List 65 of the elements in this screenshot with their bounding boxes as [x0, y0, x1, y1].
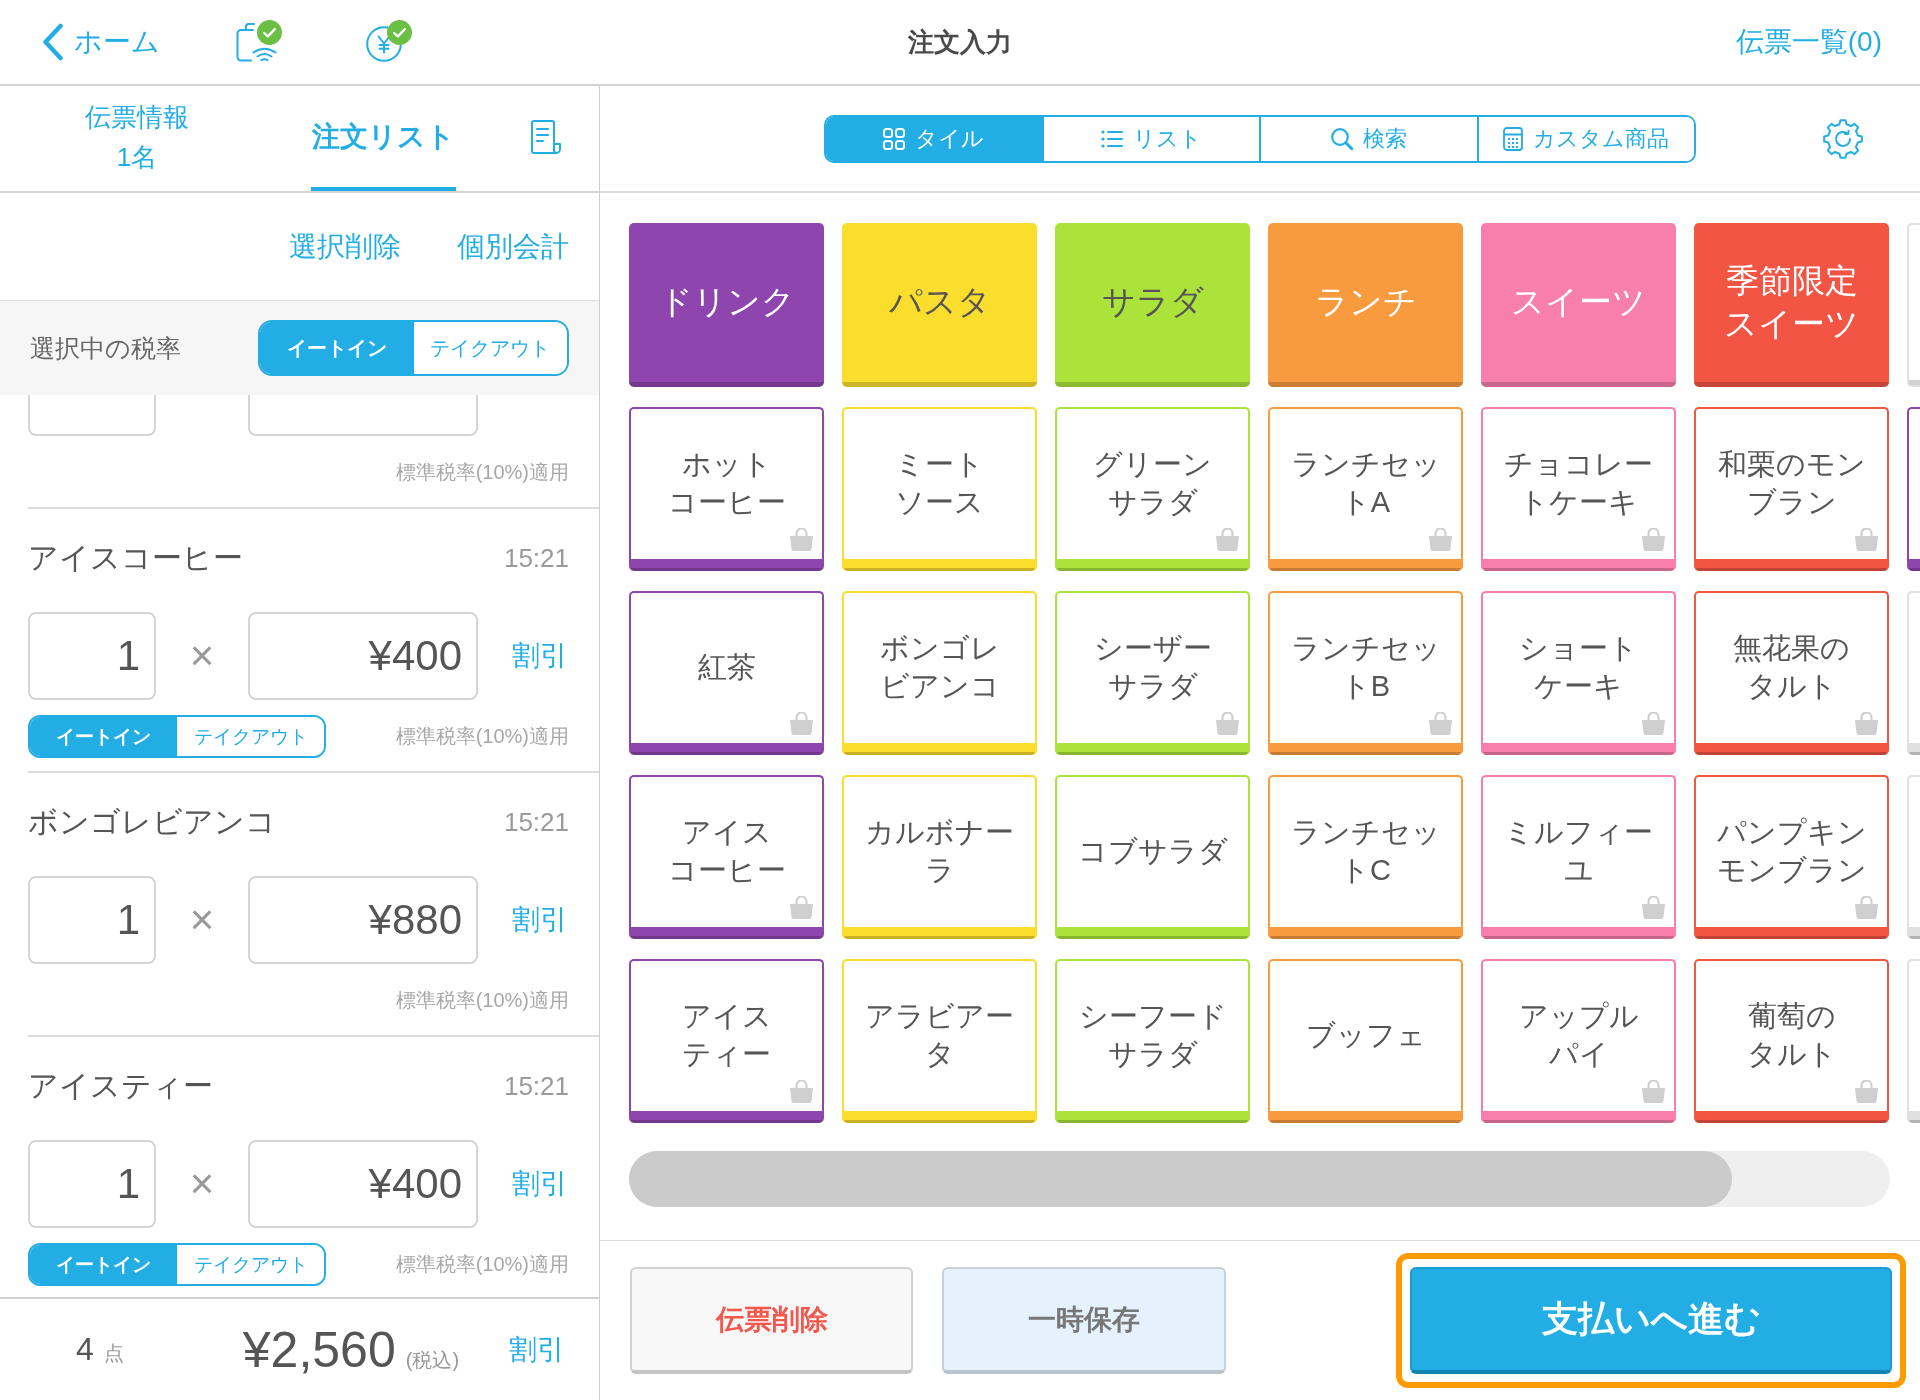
category-tile[interactable]: ドリンク: [629, 223, 824, 387]
item-count: 4: [76, 1331, 94, 1368]
settings-icon[interactable]: [1823, 118, 1863, 159]
receipt-icon: [530, 119, 561, 154]
multiply-sign: ×: [188, 632, 216, 680]
menu-item-tile[interactable]: 紅茶: [629, 591, 824, 755]
menu-item-tile[interactable]: 無花果のタルト: [1694, 591, 1889, 755]
tax-included-label: (税込): [405, 1347, 460, 1373]
order-time: 15:21: [503, 806, 569, 838]
tax-rate-label: 選択中の税率: [30, 332, 181, 364]
category-tile[interactable]: サラダ: [1055, 223, 1250, 387]
quantity-field[interactable]: [28, 395, 156, 436]
item-name: アイスティー: [28, 1067, 213, 1104]
quantity-field[interactable]: 1: [28, 1140, 156, 1228]
menu-item-tile[interactable]: グリーンサラダ: [1055, 407, 1250, 571]
menu-item-tile[interactable]: ランチセットA: [1268, 407, 1463, 571]
search-icon: [1330, 127, 1353, 150]
delete-slip-button[interactable]: 伝票削除: [630, 1267, 913, 1374]
category-tile[interactable]: 季節限定スイーツ: [1694, 223, 1889, 387]
grid-icon: [883, 127, 906, 150]
tax-note: 標準税率(10%)適用: [395, 1252, 569, 1277]
menu-item-tile[interactable]: 葡萄のタルト: [1694, 959, 1889, 1123]
quantity-field[interactable]: 1: [28, 876, 156, 964]
tax-note: 標準税率(10%)適用: [395, 460, 569, 485]
quantity-field[interactable]: 1: [28, 612, 156, 700]
menu-item-tile[interactable]: 和栗のモンブラン: [1694, 407, 1889, 571]
menu-item-tile[interactable]: パンプキンモンブラン: [1694, 775, 1889, 939]
menu-item-tile[interactable]: ショートケーキ: [1481, 591, 1676, 755]
menu-item-tile[interactable]: シーフードサラダ: [1055, 959, 1250, 1123]
tax-note: 標準税率(10%)適用: [395, 724, 569, 749]
price-field[interactable]: ¥400: [248, 612, 478, 700]
menu-item-tile[interactable]: アイスコーヒー: [629, 775, 824, 939]
chevron-left-icon: [42, 23, 64, 61]
calculator-icon: [1503, 126, 1524, 151]
count-unit: 点: [103, 1341, 124, 1366]
total-amount: ¥2,560: [242, 1320, 396, 1379]
price-field[interactable]: ¥400: [248, 1140, 478, 1228]
menu-item-tile[interactable]: アップルパイ: [1481, 959, 1676, 1123]
menu-item-tile[interactable]: ランチセットC: [1268, 775, 1463, 939]
item-name: アイスコーヒー: [28, 539, 243, 576]
menu-item-tile[interactable]: チョコレートケーキ: [1481, 407, 1676, 571]
item-name: ボンゴレビアンコ: [28, 803, 276, 840]
menu-item-tile[interactable]: ミルフィーユ: [1481, 775, 1676, 939]
menu-item-tile[interactable]: アイスティー: [629, 959, 824, 1123]
menu-item-tile[interactable]: ミートソース: [842, 407, 1037, 571]
receipt-wifi-icon[interactable]: [236, 22, 278, 62]
hold-button[interactable]: 一時保存: [942, 1267, 1226, 1374]
multiply-sign: ×: [188, 896, 216, 944]
list-icon: [1100, 129, 1123, 148]
category-tile[interactable]: パスタ: [842, 223, 1037, 387]
menu-item-tile[interactable]: カルボナーラ: [842, 775, 1037, 939]
menu-item-tile[interactable]: ホットコーヒー: [629, 407, 824, 571]
menu-item-tile[interactable]: シーザーサラダ: [1055, 591, 1250, 755]
order-time: 15:21: [503, 1070, 569, 1102]
menu-item-tile[interactable]: ブッフェ: [1268, 959, 1463, 1123]
menu-item-tile[interactable]: ボンゴレビアンコ: [842, 591, 1037, 755]
screen-title: 注文入力: [908, 25, 1012, 59]
price-field[interactable]: [248, 395, 478, 436]
menu-item-tile[interactable]: アラビアータ: [842, 959, 1037, 1123]
menu-item-tile[interactable]: ランチセットB: [1268, 591, 1463, 755]
tax-note: 標準税率(10%)適用: [395, 988, 569, 1013]
order-time: 15:21: [503, 542, 569, 574]
price-field[interactable]: ¥880: [248, 876, 478, 964]
multiply-sign: ×: [188, 1160, 216, 1208]
menu-item-tile[interactable]: コブサラダ: [1055, 775, 1250, 939]
